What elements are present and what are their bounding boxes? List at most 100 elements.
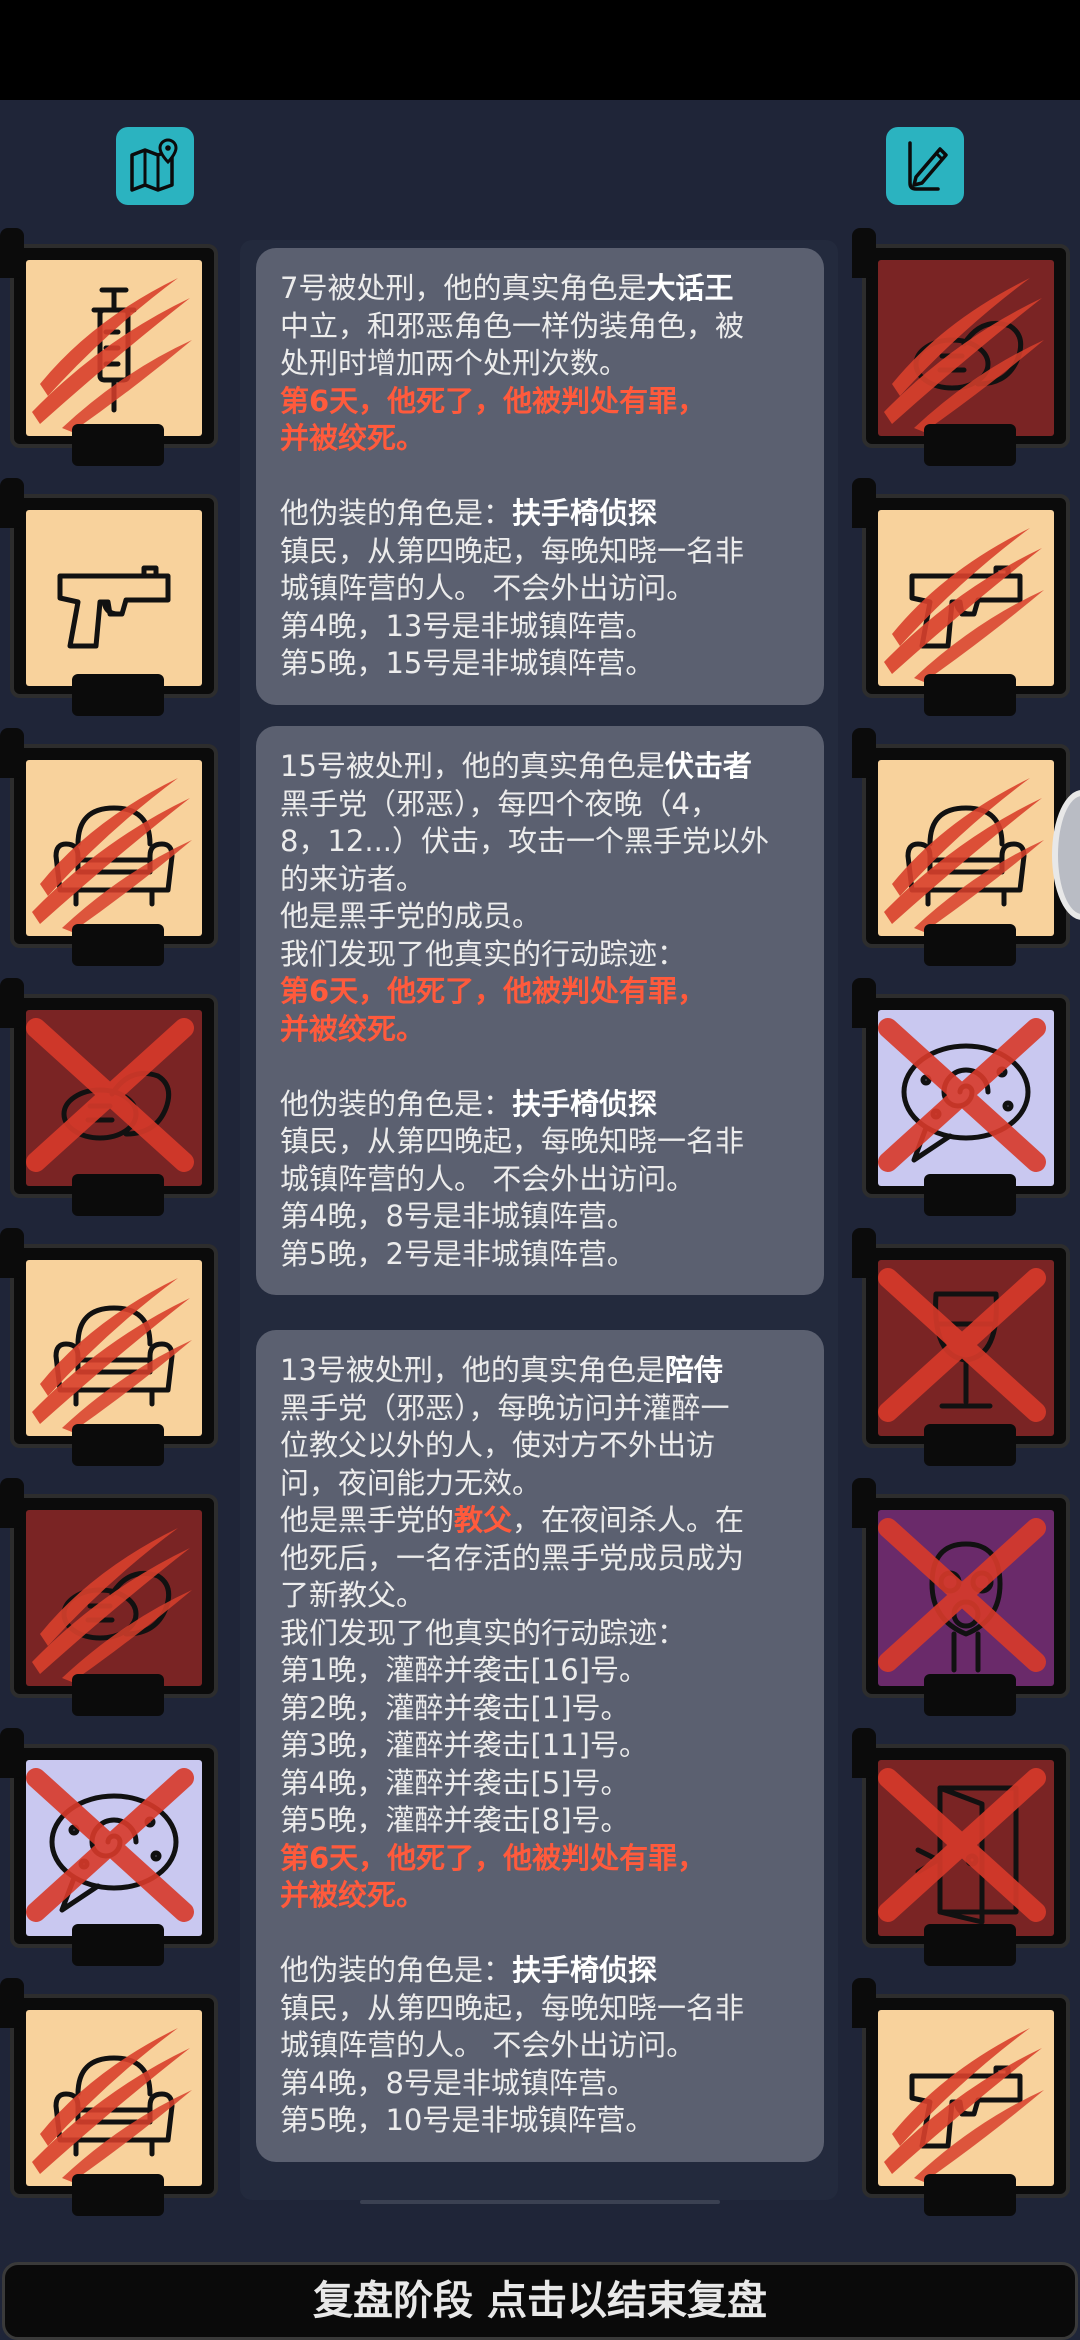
log-role-name: 大话王 <box>646 271 734 305</box>
role-label <box>0 478 24 528</box>
card-frame <box>10 244 218 448</box>
log-text: 他伪装的角色是： <box>280 496 513 530</box>
right-player-card[interactable] <box>852 978 1072 1218</box>
role-art <box>26 760 202 936</box>
card-frame <box>10 744 218 948</box>
role-art <box>26 1760 202 1936</box>
log-line: 他伪装的角色是：扶手椅侦探 <box>280 495 800 533</box>
log-line: 第2晚，灌醉并袭击[1]号。 <box>280 1690 800 1728</box>
left-player-card[interactable] <box>0 728 220 968</box>
log-role-name: 扶手椅侦探 <box>512 1953 658 1987</box>
log-line: 问，夜间能力无效。 <box>280 1465 800 1503</box>
log-text: 处刑时增加两个处刑次数。 <box>280 346 629 380</box>
log-text: 镇民，从第四晚起，每晚知晓一名非 <box>280 533 745 568</box>
armchair-icon <box>53 805 175 907</box>
log-line: 并被绞死。 <box>280 1011 800 1049</box>
log-line: 我们发现了他真实的行动踪迹： <box>280 1615 800 1653</box>
pistol-icon <box>909 565 1023 649</box>
log-text: 黑手党（邪恶），每晚访问并灌醉一 <box>280 1390 730 1425</box>
log-role-name: 扶手椅侦探 <box>512 496 658 530</box>
right-player-card[interactable] <box>852 1728 1072 1968</box>
end-review-button[interactable]: 复盘阶段 点击以结束复盘 <box>2 2262 1078 2340</box>
left-player-card[interactable] <box>0 1478 220 1718</box>
left-player-card[interactable] <box>0 978 220 1218</box>
card-frame <box>10 1244 218 1448</box>
right-player-card[interactable] <box>852 228 1072 468</box>
door-icon <box>915 1785 1019 1925</box>
card-frame <box>862 1744 1070 1948</box>
log-line: 第4晚，灌醉并袭击[5]号。 <box>280 1765 800 1803</box>
notebook-pen-icon <box>908 141 948 191</box>
player-number <box>924 424 1016 466</box>
right-player-card[interactable] <box>852 1228 1072 1468</box>
bandage-icon <box>61 1070 172 1141</box>
log-line: 15号被处刑，他的真实角色是伏击者 <box>280 748 800 786</box>
log-text: 第5晚，15号是非城镇阵营。 <box>280 646 655 680</box>
log-line: 第5晚，10号是非城镇阵营。 <box>280 2102 800 2140</box>
armchair-icon <box>53 2055 175 2157</box>
log-line: 城镇阵营的人。 不会外出访问。 <box>280 570 800 608</box>
log-text: 位教父以外的人，使对方不外出访 <box>280 1428 716 1462</box>
map-icon <box>130 138 178 192</box>
gas-mask-icon <box>929 1541 1003 1673</box>
right-player-card[interactable] <box>852 728 1072 968</box>
log-line: 第5晚，灌醉并袭击[8]号。 <box>280 1802 800 1840</box>
left-player-card[interactable] <box>0 228 220 468</box>
log-text: 他是黑手党的 <box>280 1503 455 1537</box>
log-line: 黑手党（邪恶），每晚访问并灌醉一 <box>280 1390 800 1428</box>
log-text: 第4晚，灌醉并袭击[5]号。 <box>280 1765 630 1800</box>
player-number <box>72 1174 164 1216</box>
player-number <box>72 924 164 966</box>
role-label <box>0 228 24 278</box>
log-highlight: 第6天，他死了，他被判处有罪， <box>280 383 707 418</box>
log-line: 他伪装的角色是：扶手椅侦探 <box>280 1952 800 1990</box>
right-player-card[interactable] <box>852 478 1072 718</box>
left-player-card[interactable] <box>0 1978 220 2218</box>
player-number <box>924 674 1016 716</box>
log-text: 中立，和邪恶角色一样伪装角色，被 <box>280 308 745 343</box>
map-button[interactable] <box>116 127 194 205</box>
left-player-card[interactable] <box>0 478 220 718</box>
role-label <box>852 1478 876 1528</box>
bandage-icon <box>913 320 1024 391</box>
log-line: 了新教父。 <box>280 1577 800 1615</box>
role-label <box>0 1228 24 1278</box>
log-line: 镇民，从第四晚起，每晚知晓一名非 <box>280 533 800 571</box>
log-text: 8，12...）伏击，攻击一个黑手党以外 <box>280 824 770 858</box>
card-frame <box>862 494 1070 698</box>
log-spacer <box>280 458 800 496</box>
scrollbar[interactable] <box>360 2200 720 2204</box>
role-art <box>26 2010 202 2186</box>
log-line: 并被绞死。 <box>280 420 800 458</box>
role-label <box>852 478 876 528</box>
card-frame <box>862 1494 1070 1698</box>
role-label <box>852 978 876 1028</box>
notebook-button[interactable] <box>886 127 964 205</box>
syringe-icon <box>91 287 137 413</box>
player-number <box>72 1924 164 1966</box>
log-line: 第5晚，15号是非城镇阵营。 <box>280 645 800 683</box>
card-frame <box>862 1244 1070 1448</box>
card-frame <box>862 744 1070 948</box>
log-line: 处刑时增加两个处刑次数。 <box>280 345 800 383</box>
log-text: 他伪装的角色是： <box>280 1086 513 1121</box>
log-line: 黑手党（邪恶），每四个夜晚（4， <box>280 786 800 824</box>
left-player-card[interactable] <box>0 1728 220 1968</box>
role-label <box>0 1478 24 1528</box>
card-frame <box>862 994 1070 1198</box>
log-text: 问，夜间能力无效。 <box>280 1465 542 1500</box>
bandage-icon <box>61 1570 172 1641</box>
armchair-icon <box>53 1305 175 1407</box>
log-line: 城镇阵营的人。 不会外出访问。 <box>280 1161 800 1199</box>
left-player-card[interactable] <box>0 1228 220 1468</box>
role-label <box>852 728 876 778</box>
log-highlight: 并被绞死。 <box>280 421 426 455</box>
player-number <box>924 1424 1016 1466</box>
player-number <box>924 2174 1016 2216</box>
role-art <box>26 1260 202 1436</box>
role-label <box>0 728 24 778</box>
right-player-card[interactable] <box>852 1978 1072 2218</box>
log-text: 黑手党（邪恶），每四个夜晚（4， <box>280 786 719 821</box>
role-art <box>878 1510 1054 1686</box>
right-player-card[interactable] <box>852 1478 1072 1718</box>
